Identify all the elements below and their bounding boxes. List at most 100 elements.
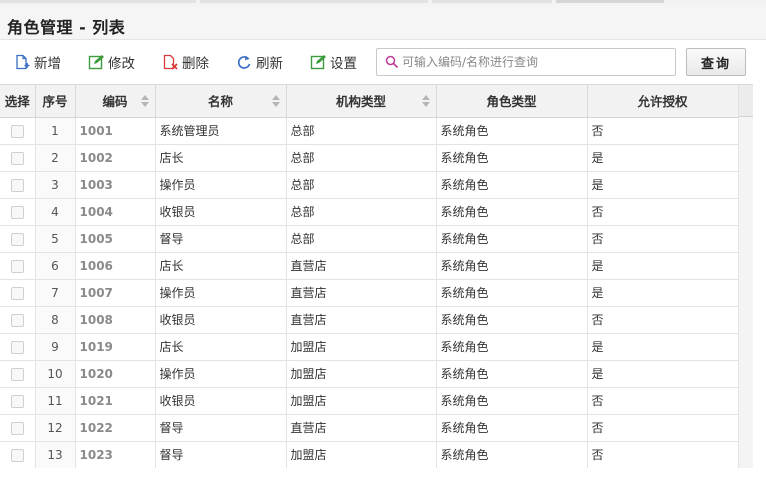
allow-authorize-cell: 否: [587, 198, 739, 226]
query-button[interactable]: 查询: [686, 48, 746, 76]
role-name-cell: 操作员: [155, 360, 287, 388]
table-row[interactable]: 3 1003 操作员 总部 系统角色是: [0, 171, 739, 199]
role-name-cell: 督导: [155, 225, 287, 253]
role-name-cell: 操作员: [155, 171, 287, 199]
select-cell: [0, 225, 36, 253]
add-button[interactable]: 新增: [14, 51, 61, 73]
select-cell: [0, 117, 36, 145]
role-name-cell: 店长: [155, 252, 287, 280]
org-type-cell: 加盟店: [286, 387, 437, 415]
allow-authorize-cell: 否: [587, 225, 739, 253]
add-document-icon: [16, 54, 30, 70]
row-checkbox[interactable]: [10, 259, 24, 273]
role-type-cell: 系统角色: [436, 360, 588, 388]
row-index-cell: 11: [35, 387, 76, 415]
select-cell: [0, 144, 36, 172]
row-checkbox[interactable]: [10, 340, 24, 354]
table-row[interactable]: 8 1008 收银员 直营店 系统角色否: [0, 306, 739, 334]
role-type-cell: 系统角色: [436, 198, 588, 226]
role-code-cell: 1019: [75, 333, 156, 361]
row-checkbox[interactable]: [10, 394, 24, 408]
role-code-cell: 1005: [75, 225, 156, 253]
role-type-cell: 系统角色: [436, 252, 588, 280]
allow-authorize-cell: 是: [587, 171, 739, 199]
row-checkbox[interactable]: [10, 286, 24, 300]
settings-edit-icon: [310, 55, 326, 70]
select-cell: [0, 306, 36, 334]
row-checkbox[interactable]: [10, 124, 24, 138]
table-row[interactable]: 13 1023 督导 加盟店 系统角色否: [0, 441, 739, 468]
delete-button[interactable]: 删除: [162, 51, 209, 73]
header-col-org-type[interactable]: 机构类型: [286, 85, 437, 118]
row-checkbox[interactable]: [10, 205, 24, 219]
table-row[interactable]: 12 1022 督导 直营店 系统角色否: [0, 414, 739, 442]
sort-arrows-icon[interactable]: [421, 94, 430, 108]
sort-arrows-icon[interactable]: [271, 94, 280, 108]
vertical-scrollbar[interactable]: [738, 85, 753, 468]
title-bar: 角色管理 - 列表: [0, 6, 766, 40]
table-row[interactable]: 10 1020 操作员 加盟店 系统角色是: [0, 360, 739, 388]
select-cell: [0, 387, 36, 415]
page-title: 角色管理 - 列表: [7, 18, 126, 37]
header-label: 名称: [207, 94, 233, 110]
row-index-cell: 13: [35, 441, 76, 468]
table-row[interactable]: 11 1021 收银员 加盟店 系统角色否: [0, 387, 739, 415]
settings-button-label: 设置: [330, 56, 357, 72]
org-type-cell: 总部: [286, 198, 437, 226]
header-col-authorize: 允许授权: [587, 85, 739, 118]
row-index-cell: 4: [35, 198, 76, 226]
search-input[interactable]: [402, 53, 670, 71]
sort-arrows-icon[interactable]: [140, 94, 149, 108]
row-checkbox[interactable]: [10, 151, 24, 165]
org-type-cell: 加盟店: [286, 333, 437, 361]
role-type-cell: 系统角色: [436, 171, 588, 199]
allow-authorize-cell: 是: [587, 279, 739, 307]
row-checkbox[interactable]: [10, 178, 24, 192]
org-type-cell: 总部: [286, 117, 437, 145]
table-row[interactable]: 2 1002 店长 总部 系统角色是: [0, 144, 739, 172]
role-type-cell: 系统角色: [436, 144, 588, 172]
role-code-cell: 1001: [75, 117, 156, 145]
role-type-cell: 系统角色: [436, 225, 588, 253]
refresh-icon: [237, 55, 251, 69]
scrollbar-header-cap: [739, 85, 753, 117]
row-checkbox[interactable]: [10, 421, 24, 435]
edit-button[interactable]: 修改: [88, 51, 135, 73]
table-row[interactable]: 1 1001 系统管理员 总部 系统角色否: [0, 117, 739, 145]
header-col-select: 选择: [0, 85, 36, 118]
row-checkbox[interactable]: [10, 232, 24, 246]
table-row[interactable]: 7 1007 操作员 直营店 系统角色是: [0, 279, 739, 307]
table-header-row: 选择 序号 编码 名称 机构类型 角色类型 允许授权: [0, 85, 739, 118]
table-row[interactable]: 5 1005 督导 总部 系统角色否: [0, 225, 739, 253]
role-code-cell: 1004: [75, 198, 156, 226]
role-type-cell: 系统角色: [436, 414, 588, 442]
row-checkbox[interactable]: [10, 367, 24, 381]
role-name-cell: 收银员: [155, 387, 287, 415]
table-row[interactable]: 4 1004 收银员 总部 系统角色否: [0, 198, 739, 226]
header-label: 选择: [4, 94, 30, 110]
role-type-cell: 系统角色: [436, 387, 588, 415]
role-code-cell: 1023: [75, 441, 156, 468]
allow-authorize-cell: 是: [587, 252, 739, 280]
header-col-index: 序号: [35, 85, 76, 118]
role-name-cell: 督导: [155, 414, 287, 442]
row-checkbox[interactable]: [10, 448, 24, 462]
settings-button[interactable]: 设置: [310, 51, 357, 73]
header-col-name[interactable]: 名称: [155, 85, 287, 118]
row-index-cell: 12: [35, 414, 76, 442]
header-label: 编码: [102, 94, 128, 110]
row-checkbox[interactable]: [10, 313, 24, 327]
row-index-cell: 8: [35, 306, 76, 334]
refresh-button[interactable]: 刷新: [236, 51, 283, 73]
search-icon: [385, 55, 399, 69]
delete-button-label: 删除: [182, 56, 209, 72]
edit-icon: [88, 55, 104, 70]
select-cell: [0, 252, 36, 280]
table-row[interactable]: 9 1019 店长 加盟店 系统角色是: [0, 333, 739, 361]
role-code-cell: 1022: [75, 414, 156, 442]
header-col-code[interactable]: 编码: [75, 85, 156, 118]
row-index-cell: 2: [35, 144, 76, 172]
role-name-cell: 系统管理员: [155, 117, 287, 145]
role-code-cell: 1006: [75, 252, 156, 280]
table-row[interactable]: 6 1006 店长 直营店 系统角色是: [0, 252, 739, 280]
